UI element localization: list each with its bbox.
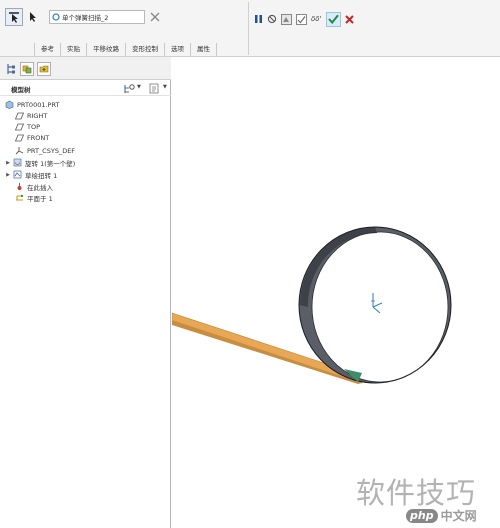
- close-x-icon[interactable]: [150, 12, 160, 22]
- action-buttons: δδ': [254, 11, 358, 27]
- expand-arrow-icon[interactable]: ▶: [4, 172, 12, 178]
- tree-item-flat[interactable]: 平面于 1: [0, 192, 170, 203]
- tree-item-right[interactable]: RIGHT: [0, 110, 170, 121]
- checkmark-icon: [327, 14, 339, 24]
- chevron-down-icon[interactable]: ▼: [163, 84, 167, 90]
- tab-translate-pattern[interactable]: 平移纹路: [86, 43, 125, 56]
- pause-icon: [255, 15, 262, 23]
- cancel-x-icon: [344, 14, 354, 24]
- tab-deform-control[interactable]: 变形控制: [125, 43, 164, 56]
- tree-item-csys[interactable]: PRT_CSYS_DEF: [0, 145, 170, 156]
- folder-icon: [39, 65, 49, 73]
- show-filter-icon[interactable]: [149, 83, 161, 94]
- cursor-arrow-icon: [30, 12, 36, 22]
- part-icon: [4, 100, 14, 110]
- sweep-reference-field[interactable]: 单个弹簧扫描_2: [49, 10, 145, 24]
- layers-icon: [22, 65, 32, 74]
- ribbon-tabs: 参考 实贴 平移纹路 变形控制 选项 属性: [34, 43, 217, 56]
- flat-icon: [14, 193, 24, 203]
- folder-browser-button[interactable]: [20, 62, 34, 76]
- graphics-viewport[interactable]: [172, 57, 500, 528]
- tree-item-revolve[interactable]: ▶ 旋转 1(第一个壁): [0, 157, 170, 168]
- tree-header: 模型树 ▼ ▼: [0, 80, 171, 96]
- tab-properties[interactable]: 属性: [190, 43, 217, 56]
- pause-button[interactable]: [254, 11, 263, 27]
- tree-toolbar: [0, 57, 171, 80]
- tree-structure-icon: [7, 64, 15, 74]
- watermark-text: 软件技巧: [356, 476, 477, 510]
- tab-references[interactable]: 参考: [34, 43, 60, 56]
- tree-item-top[interactable]: TOP: [0, 121, 170, 132]
- geometry-check-text: δδ': [311, 15, 322, 23]
- datum-plane-icon: [14, 122, 24, 132]
- verify-button[interactable]: [296, 11, 307, 27]
- ring-inner-opening: [312, 232, 448, 382]
- preview-button[interactable]: [281, 11, 292, 27]
- tree-settings-icon[interactable]: [123, 83, 135, 94]
- geometry-check-button[interactable]: δδ': [311, 11, 322, 27]
- tree-item-sketch[interactable]: ▶ 草绘扭转 1: [0, 169, 170, 180]
- tree-item-insert-here[interactable]: 在此插入: [0, 181, 170, 192]
- preview-icon: [281, 13, 292, 25]
- no-preview-button[interactable]: [267, 11, 277, 27]
- model-canvas[interactable]: [172, 57, 500, 528]
- favorites-button[interactable]: [37, 62, 51, 76]
- ribbon: 单个弹簧扫描_2 参考 实贴 平移纹路 变形控制 选项 属性 δδ': [0, 0, 500, 57]
- csys-icon: [14, 146, 24, 156]
- tree-item-part[interactable]: PRT0001.PRT: [0, 99, 170, 110]
- select-pointer-button[interactable]: [24, 8, 42, 26]
- tree-item-front[interactable]: FRONT: [0, 132, 170, 143]
- no-preview-icon: [267, 14, 277, 24]
- tree-view-button[interactable]: [4, 62, 18, 76]
- watermark-cn: 中文网: [440, 509, 477, 523]
- expand-arrow-icon[interactable]: ▶: [4, 160, 12, 166]
- watermark-php: php: [406, 508, 438, 523]
- chevron-down-icon[interactable]: ▼: [137, 84, 141, 90]
- tree-title: 模型树: [11, 86, 31, 94]
- cursor-arrow-icon: [9, 12, 19, 23]
- verify-icon: [296, 13, 307, 25]
- tab-options[interactable]: 选项: [164, 43, 190, 56]
- sketch-icon: [12, 170, 22, 180]
- model-tree-panel: 模型树 ▼ ▼ PRT0001.PRT RIGHT TOP FRONT PRT_…: [0, 57, 171, 528]
- insert-here-icon: [14, 182, 24, 192]
- datum-plane-icon: [14, 133, 24, 143]
- ok-button[interactable]: [325, 11, 341, 27]
- sweep-field-text: 单个弹簧扫描_2: [62, 14, 109, 22]
- watermark-logo: php 中文网: [406, 507, 477, 524]
- ribbon-separator: [248, 2, 249, 55]
- sweep-icon: [52, 13, 60, 21]
- cancel-button[interactable]: [344, 11, 354, 27]
- tab-attach[interactable]: 实贴: [60, 43, 86, 56]
- select-filter-button[interactable]: [5, 8, 23, 26]
- datum-plane-icon: [14, 111, 24, 121]
- revolve-icon: [12, 158, 22, 168]
